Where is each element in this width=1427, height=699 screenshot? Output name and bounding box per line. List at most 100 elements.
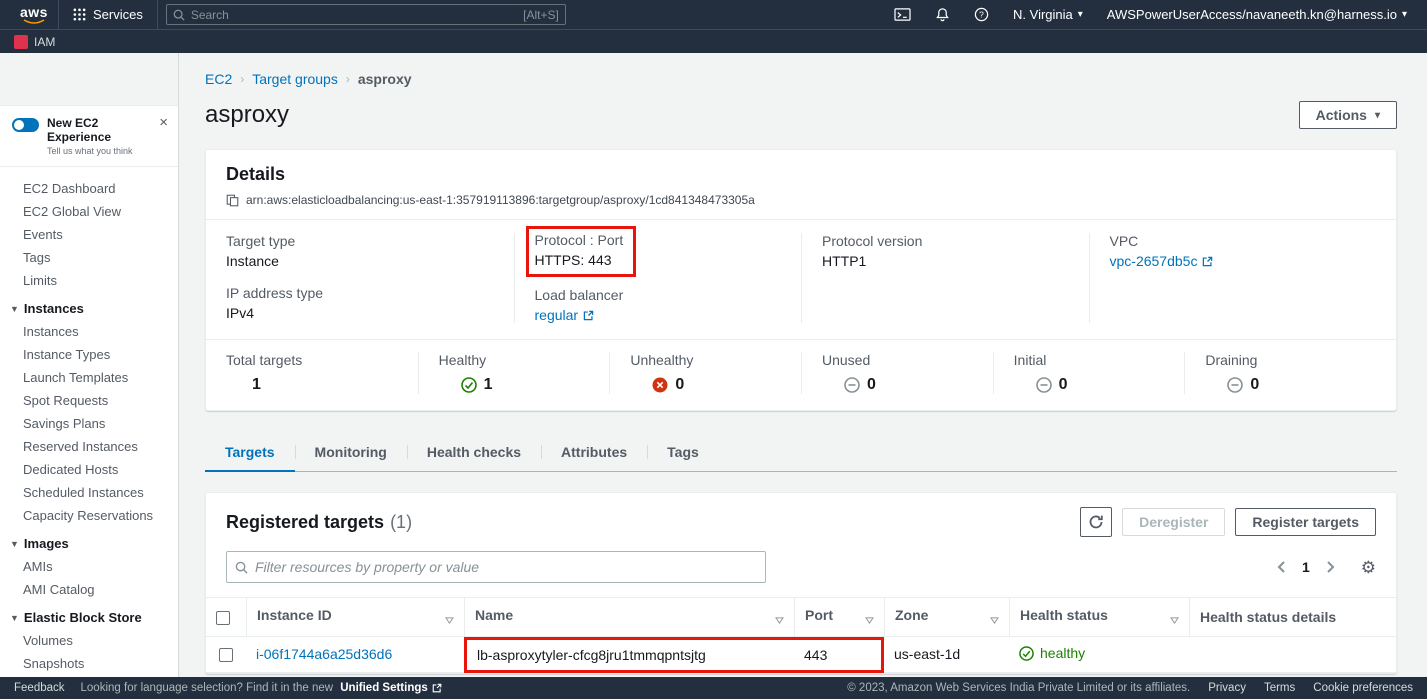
chevron-down-icon: ▼	[10, 613, 19, 623]
vpc-link[interactable]: vpc-2657db5c	[1110, 253, 1214, 269]
stat-label: Initial	[1014, 352, 1185, 368]
global-search[interactable]: [Alt+S]	[166, 4, 566, 25]
sort-icon[interactable]	[990, 617, 999, 624]
tab-attributes[interactable]: Attributes	[541, 435, 647, 471]
stat-label: Draining	[1205, 352, 1376, 368]
details-column-2: Protocol : Port HTTPS: 443 Load balancer…	[514, 233, 802, 323]
feedback-link[interactable]: Feedback	[14, 682, 65, 694]
sidebar-item-instance-types[interactable]: Instance Types	[0, 343, 178, 366]
table-settings-button[interactable]: ⚙	[1361, 559, 1376, 576]
new-experience-subtitle: Tell us what you think	[47, 146, 151, 156]
previous-page-button[interactable]	[1275, 559, 1288, 575]
content-area: New EC2 Experience Tell us what you thin…	[0, 53, 1427, 677]
field-value: IPv4	[226, 305, 498, 321]
svg-text:?: ?	[979, 9, 984, 19]
details-fields: Target type Instance IP address type IPv…	[206, 220, 1396, 339]
sort-icon[interactable]	[445, 617, 454, 624]
tab-targets[interactable]: Targets	[205, 435, 295, 471]
field-target-type: Target type Instance	[226, 233, 498, 269]
sidebar-item-instances[interactable]: Instances	[0, 320, 178, 343]
account-menu[interactable]: AWSPowerUserAccess/navaneeth.kn@harness.…	[1097, 0, 1417, 29]
column-header-instance-id[interactable]: Instance ID	[246, 597, 464, 637]
section-title-label: Instances	[24, 301, 84, 316]
x-circle-icon	[652, 377, 668, 393]
sidebar-item-snapshots[interactable]: Snapshots	[0, 652, 178, 675]
next-page-button[interactable]	[1324, 559, 1337, 575]
breadcrumb-ec2[interactable]: EC2	[205, 71, 232, 87]
instance-id-link[interactable]: i-06f1744a6a25d36d6	[256, 646, 392, 662]
cookie-preferences-link[interactable]: Cookie preferences	[1313, 682, 1413, 694]
deregister-button[interactable]: Deregister	[1122, 508, 1225, 536]
column-header-name[interactable]: Name	[464, 597, 794, 637]
sidebar: New EC2 Experience Tell us what you thin…	[0, 53, 179, 677]
sidebar-item-events[interactable]: Events	[0, 223, 178, 246]
sidebar-item-spot-requests[interactable]: Spot Requests	[0, 389, 178, 412]
search-input[interactable]	[191, 8, 523, 22]
notifications-button[interactable]	[925, 0, 960, 29]
sidebar-item-ec2-dashboard[interactable]: EC2 Dashboard	[0, 177, 178, 200]
section-title-label: Elastic Block Store	[24, 610, 142, 625]
favorite-iam-link[interactable]: IAM	[14, 35, 55, 49]
copy-icon[interactable]	[226, 194, 239, 207]
tab-monitoring[interactable]: Monitoring	[295, 435, 407, 471]
sidebar-item-launch-templates[interactable]: Launch Templates	[0, 366, 178, 389]
breadcrumb-target-groups[interactable]: Target groups	[252, 71, 338, 87]
new-experience-toggle[interactable]	[12, 118, 39, 132]
column-label: Name	[475, 607, 513, 623]
sort-icon[interactable]	[865, 617, 874, 624]
actions-button[interactable]: Actions ▾	[1299, 101, 1397, 129]
sort-icon[interactable]	[775, 617, 784, 624]
filter-input[interactable]	[255, 559, 757, 575]
sidebar-item-reserved-instances[interactable]: Reserved Instances	[0, 435, 178, 458]
minus-circle-icon	[1036, 377, 1052, 393]
stat-unused: Unused 0	[801, 352, 993, 394]
sidebar-item-limits[interactable]: Limits	[0, 269, 178, 292]
details-title: Details	[226, 164, 285, 184]
help-button[interactable]: ?	[964, 0, 999, 29]
tab-tags[interactable]: Tags	[647, 435, 719, 471]
current-page-number[interactable]: 1	[1302, 559, 1310, 575]
sidebar-item-tags[interactable]: Tags	[0, 246, 178, 269]
details-card: Details arn:aws:elasticloadbalancing:us-…	[205, 149, 1397, 411]
terms-link[interactable]: Terms	[1264, 682, 1295, 694]
sidebar-section-instances[interactable]: ▼ Instances	[0, 292, 178, 320]
sidebar-item-amis[interactable]: AMIs	[0, 555, 178, 578]
sidebar-item-volumes[interactable]: Volumes	[0, 629, 178, 652]
register-targets-button[interactable]: Register targets	[1235, 508, 1376, 536]
chevron-right-icon	[1326, 561, 1335, 573]
sidebar-section-images[interactable]: ▼ Images	[0, 527, 178, 555]
account-label: AWSPowerUserAccess/navaneeth.kn@harness.…	[1107, 7, 1397, 22]
sidebar-item-dedicated-hosts[interactable]: Dedicated Hosts	[0, 458, 178, 481]
select-all-checkbox[interactable]	[216, 611, 230, 625]
target-health-cell: healthy	[1009, 637, 1189, 673]
column-header-health-status[interactable]: Health status	[1009, 597, 1189, 637]
refresh-button[interactable]	[1080, 507, 1112, 537]
sidebar-item-ec2-global-view[interactable]: EC2 Global View	[0, 200, 178, 223]
external-link-icon	[583, 310, 594, 321]
target-name-cell-annotated: lb-asproxytyler-cfcg8jru1tmmqpntsjtg	[464, 637, 794, 673]
column-header-zone[interactable]: Zone	[884, 597, 1009, 637]
privacy-link[interactable]: Privacy	[1208, 682, 1246, 694]
field-ip-address-type: IP address type IPv4	[226, 285, 498, 321]
sidebar-item-capacity-reservations[interactable]: Capacity Reservations	[0, 504, 178, 527]
load-balancer-link[interactable]: regular	[535, 307, 595, 323]
services-menu-button[interactable]: Services	[59, 0, 157, 29]
sidebar-item-scheduled-instances[interactable]: Scheduled Instances	[0, 481, 178, 504]
tab-health-checks[interactable]: Health checks	[407, 435, 541, 471]
field-vpc: VPC vpc-2657db5c	[1110, 233, 1361, 269]
row-checkbox[interactable]	[219, 648, 233, 662]
aws-console: aws Services [Alt+S] ? N. Virginia	[0, 0, 1427, 699]
cloudshell-button[interactable]	[884, 0, 921, 29]
target-port-cell-annotated: 443	[794, 637, 884, 673]
close-icon[interactable]: ×	[159, 116, 168, 130]
new-experience-text: New EC2 Experience Tell us what you thin…	[47, 116, 151, 156]
sidebar-item-ami-catalog[interactable]: AMI Catalog	[0, 578, 178, 601]
unified-settings-link[interactable]: Unified Settings	[340, 682, 442, 694]
sidebar-item-savings-plans[interactable]: Savings Plans	[0, 412, 178, 435]
sort-icon[interactable]	[1170, 617, 1179, 624]
column-header-port[interactable]: Port	[794, 597, 884, 637]
region-selector[interactable]: N. Virginia ▾	[1003, 0, 1093, 29]
aws-logo[interactable]: aws	[10, 6, 58, 24]
sidebar-section-elastic-block-store[interactable]: ▼ Elastic Block Store	[0, 601, 178, 629]
page-title: asproxy	[205, 101, 289, 129]
